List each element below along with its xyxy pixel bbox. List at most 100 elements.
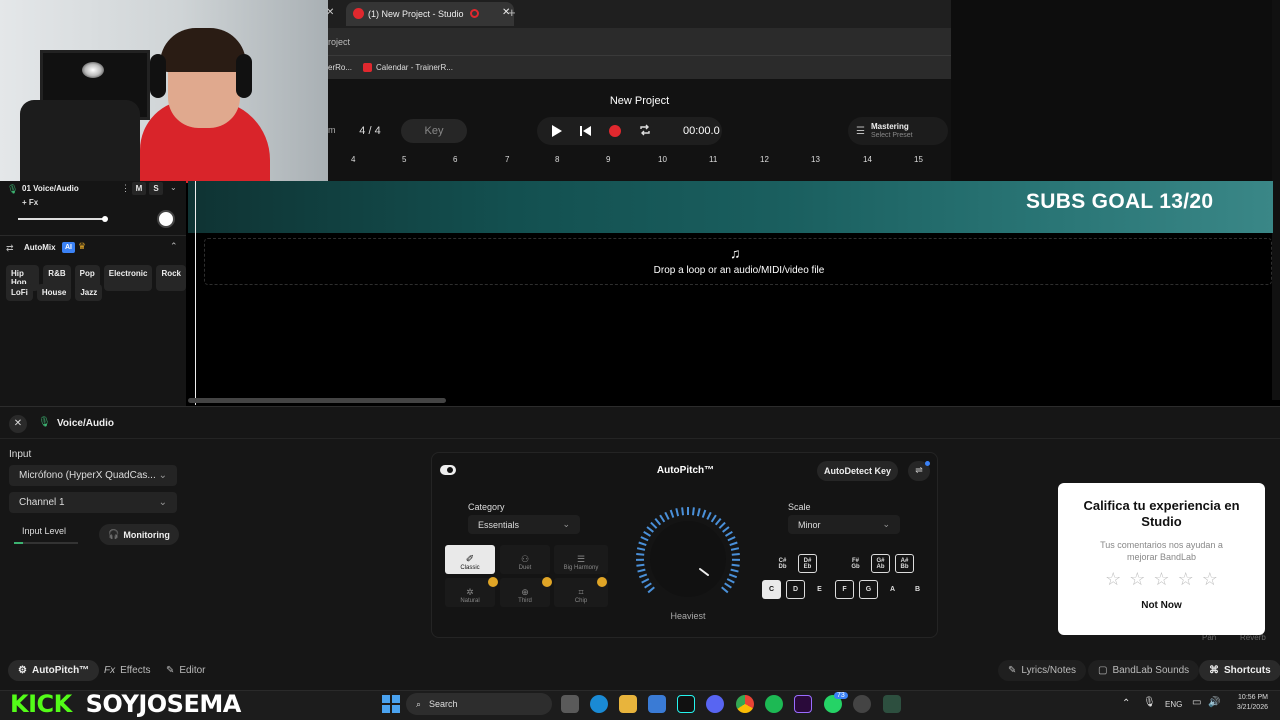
star-icon[interactable]: ☆ (1202, 569, 1218, 590)
solo-button[interactable]: S (149, 182, 163, 195)
genre-chip[interactable]: Rock (156, 265, 186, 291)
volume-icon[interactable]: 🔊 (1208, 697, 1220, 708)
genre-chip[interactable]: Jazz (75, 284, 103, 301)
address-bar[interactable]: roject (328, 28, 951, 55)
key-e[interactable]: E (810, 580, 829, 599)
autodetect-key-button[interactable]: AutoDetect Key (817, 461, 899, 481)
monitoring-button[interactable]: 🎧 Monitoring (99, 524, 179, 545)
tab-effects[interactable]: Fx Effects (94, 660, 161, 681)
spotify-icon[interactable] (765, 695, 783, 713)
premiere-icon[interactable] (794, 695, 812, 713)
input-device-select[interactable]: Micrófono (HyperX QuadCas... ⌄ (9, 465, 177, 486)
clock[interactable]: 10:56 PM 3/21/2026 (1226, 693, 1268, 713)
star-icon[interactable]: ☆ (1105, 569, 1121, 590)
genre-chip[interactable]: LoFi (6, 284, 33, 301)
mode-classic[interactable]: ✐ Classic (445, 545, 495, 574)
close-editor-button[interactable]: ✕ (9, 415, 27, 433)
tab-lyrics[interactable]: ✎ Lyrics/Notes (998, 660, 1087, 681)
discord-icon[interactable] (706, 695, 724, 713)
pan-knob[interactable] (157, 210, 175, 228)
tab-shortcuts[interactable]: ⌘ Shortcuts (1199, 660, 1280, 681)
star-icon[interactable]: ☆ (1178, 569, 1194, 590)
chevron-down-icon: ⌄ (158, 497, 167, 508)
key-a-sharp[interactable]: A# Bb (895, 554, 914, 573)
track-name[interactable]: 01 Voice/Audio (22, 184, 79, 193)
key-d-sharp[interactable]: D# Eb (798, 554, 817, 573)
key-b[interactable]: B (908, 580, 927, 599)
editor-title: Voice/Audio (57, 418, 115, 429)
browser-tab-studio[interactable]: (1) New Project - Studio ✕ (346, 2, 514, 26)
mute-button[interactable]: M (132, 182, 146, 195)
ruler-tick: 10 (658, 155, 667, 164)
bookmark-item[interactable]: Calendar - TrainerR... (376, 63, 453, 72)
address-text: roject (328, 37, 351, 47)
key-d[interactable]: D (786, 580, 805, 599)
time-display: 00:00.0 (683, 125, 720, 137)
category-select[interactable]: Essentials ⌄ (468, 515, 580, 534)
key-c[interactable]: C (762, 580, 781, 599)
genre-row: LoFi House Jazz (6, 284, 103, 301)
genre-chip[interactable]: House (36, 284, 72, 301)
close-icon[interactable]: ✕ (326, 7, 334, 18)
key-f-sharp[interactable]: F# Gb (846, 554, 865, 573)
tab-bandlab-sounds[interactable]: ▢ BandLab Sounds (1088, 660, 1200, 681)
volume-handle[interactable] (102, 216, 108, 222)
mic-tray-icon[interactable]: 🎙 (1143, 697, 1156, 708)
rewind-button[interactable] (579, 124, 593, 138)
star-icon[interactable]: ☆ (1129, 569, 1145, 590)
tiktok-icon[interactable] (677, 695, 695, 713)
chevron-up-icon[interactable]: ⌃ (1122, 698, 1130, 709)
add-fx-button[interactable]: + Fx (22, 198, 38, 207)
key-a[interactable]: A (883, 580, 902, 599)
tab-autopitch[interactable]: ⚙ AutoPitch™ (8, 660, 100, 681)
file-explorer-icon[interactable] (619, 695, 637, 713)
scale-select[interactable]: Minor ⌄ (788, 515, 900, 534)
ruler-tick: 7 (505, 155, 510, 164)
autopitch-icon: ⚙ (18, 665, 27, 676)
terminal-icon[interactable] (883, 695, 901, 713)
obs-icon[interactable] (853, 695, 871, 713)
volume-slider[interactable] (18, 216, 108, 222)
tab-editor[interactable]: ✎ Editor (156, 660, 216, 681)
track-menu-icon[interactable]: ⋮ (121, 183, 130, 194)
record-button[interactable] (609, 125, 621, 137)
mastering-button[interactable]: ☰ Mastering Select Preset (848, 117, 948, 145)
page-scrollbar[interactable] (1272, 0, 1280, 400)
mode-duet[interactable]: ⚇ Duet (500, 545, 550, 574)
key-g-sharp[interactable]: G# Ab (871, 554, 890, 573)
taskbar-search[interactable]: ⌕ Search (406, 693, 552, 715)
rating-stars: ☆ ☆ ☆ ☆ ☆ (1058, 569, 1265, 590)
star-icon[interactable]: ☆ (1153, 569, 1169, 590)
mode-big-harmony[interactable]: ☰ Big Harmony (554, 545, 608, 574)
windows-start-icon[interactable] (382, 695, 400, 713)
key-g[interactable]: G (859, 580, 878, 599)
time-signature[interactable]: 4 / 4 (344, 119, 396, 143)
knob-tick (728, 573, 738, 579)
edge-icon[interactable] (590, 695, 608, 713)
new-tab-icon[interactable]: + (508, 5, 516, 20)
language-indicator[interactable]: ENG (1165, 700, 1182, 709)
key-c-sharp[interactable]: C# Db (773, 554, 792, 573)
genre-chip[interactable]: Electronic (103, 265, 153, 291)
chrome-icon[interactable] (736, 695, 754, 713)
pitch-amount-knob[interactable] (628, 505, 748, 605)
loop-button[interactable] (638, 123, 652, 137)
network-icon[interactable]: ▭ (1192, 697, 1201, 708)
time-sig-left: m (328, 125, 336, 135)
bookmark-item[interactable]: erRo... (328, 63, 352, 72)
drop-zone[interactable]: ♫ Drop a loop or an audio/MIDI/video fil… (204, 238, 1272, 285)
select-preset-label: Select Preset (870, 131, 913, 139)
project-title[interactable]: New Project (328, 95, 951, 107)
task-view-icon[interactable] (561, 695, 579, 713)
not-now-button[interactable]: Not Now (1058, 600, 1265, 611)
chevron-up-icon[interactable]: ⌃ (170, 241, 178, 252)
knob-tick (638, 573, 648, 579)
channel-select[interactable]: Channel 1 ⌄ (9, 492, 177, 513)
chevron-down-icon[interactable]: ⌄ (170, 183, 177, 192)
key-button[interactable]: Key (401, 119, 467, 143)
key-f[interactable]: F (835, 580, 854, 599)
store-icon[interactable] (648, 695, 666, 713)
playhead[interactable] (195, 181, 196, 405)
timeline-scrollbar[interactable] (188, 398, 446, 403)
play-button[interactable] (551, 124, 563, 138)
